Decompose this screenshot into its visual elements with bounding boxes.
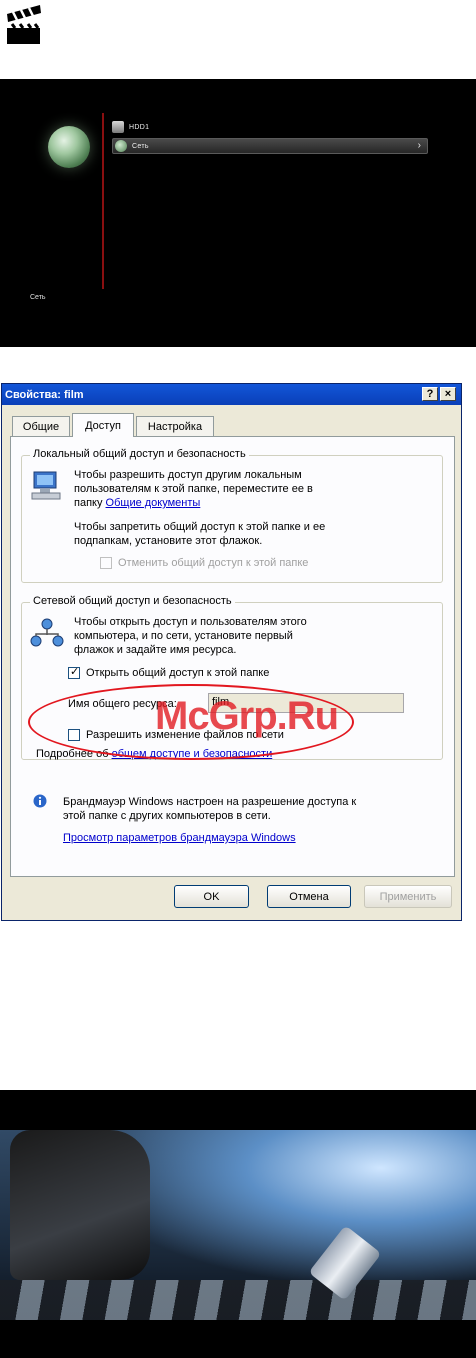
ok-button[interactable]: OK [174, 885, 249, 908]
film-still-image [0, 1090, 476, 1358]
film-scene [0, 1130, 476, 1320]
close-button[interactable]: × [440, 387, 456, 401]
network-icon [115, 140, 127, 152]
net-text-line: компьютера, и по сети, установите первый [74, 630, 293, 642]
menu-item-network[interactable]: Сеть › [112, 138, 428, 154]
film-scene-floor [0, 1280, 476, 1320]
local-text-line: Чтобы запретить общий доступ к этой папк… [74, 521, 326, 533]
media-player-screen: HDD1 Сеть › Сеть [0, 79, 476, 347]
unshare-checkbox[interactable] [100, 557, 112, 569]
tab-general[interactable]: Общие [12, 416, 70, 436]
firewall-text-line: этой папке с других компьютеров в сети. [63, 810, 271, 822]
globe-icon [48, 126, 90, 168]
share-folder-checkbox[interactable]: ✓ [68, 666, 80, 679]
local-text-line: папку Общие документы [74, 496, 200, 510]
net-text-line: Чтобы открыть доступ и пользователям это… [74, 616, 307, 628]
group-title: Локальный общий доступ и безопасность [30, 448, 249, 460]
local-text-line: пользователям к этой папке, переместите … [74, 483, 313, 495]
clapperboard-icon [4, 0, 44, 50]
shared-documents-link[interactable]: Общие документы [106, 497, 201, 509]
hard-drive-icon [112, 121, 124, 133]
info-icon [33, 794, 47, 808]
title-bar[interactable]: Свойства: film ? × [2, 384, 461, 405]
shared-computer-icon [30, 470, 64, 502]
unshare-checkbox-label: Отменить общий доступ к этой папке [118, 557, 309, 569]
tab-page-access: Локальный общий доступ и безопасность Чт… [10, 436, 455, 877]
current-location-label: Сеть [30, 294, 46, 301]
group-title: Сетевой общий доступ и безопасность [30, 595, 235, 607]
share-folder-checkbox-label: Открыть общий доступ к этой папке [86, 667, 270, 679]
watermark-text: McGrp.Ru [155, 694, 339, 738]
menu-item-label: Сеть [132, 142, 149, 150]
chevron-right-icon: › [417, 140, 421, 151]
menu-item-hdd[interactable]: HDD1 [112, 119, 172, 135]
tab-access[interactable]: Доступ [72, 413, 134, 437]
tab-settings[interactable]: Настройка [136, 416, 214, 436]
menu-divider [102, 113, 104, 289]
checkmark-icon: ✓ [70, 666, 80, 678]
dialog-title: Свойства: film [5, 388, 84, 401]
firewall-text-line: Брандмауэр Windows настроен на разрешени… [63, 796, 357, 808]
net-text-line: флажок и задайте имя ресурса. [74, 644, 237, 656]
local-text-line: Чтобы разрешить доступ другим локальным [74, 469, 302, 481]
local-text-line: подпапкам, установите этот флажок. [74, 535, 263, 547]
film-scene-figure [10, 1130, 150, 1280]
properties-dialog: Свойства: film ? × Общие Доступ Настройк… [1, 383, 462, 921]
local-sharing-group: Локальный общий доступ и безопасность Чт… [21, 448, 443, 583]
firewall-settings-link[interactable]: Просмотр параметров брандмауэра Windows [63, 831, 296, 845]
local-text-prefix: папку [74, 497, 106, 509]
menu-item-label: HDD1 [129, 123, 150, 131]
apply-button[interactable]: Применить [364, 885, 452, 908]
cancel-button[interactable]: Отмена [267, 885, 351, 908]
help-button[interactable]: ? [422, 387, 438, 401]
network-share-icon [30, 617, 64, 649]
